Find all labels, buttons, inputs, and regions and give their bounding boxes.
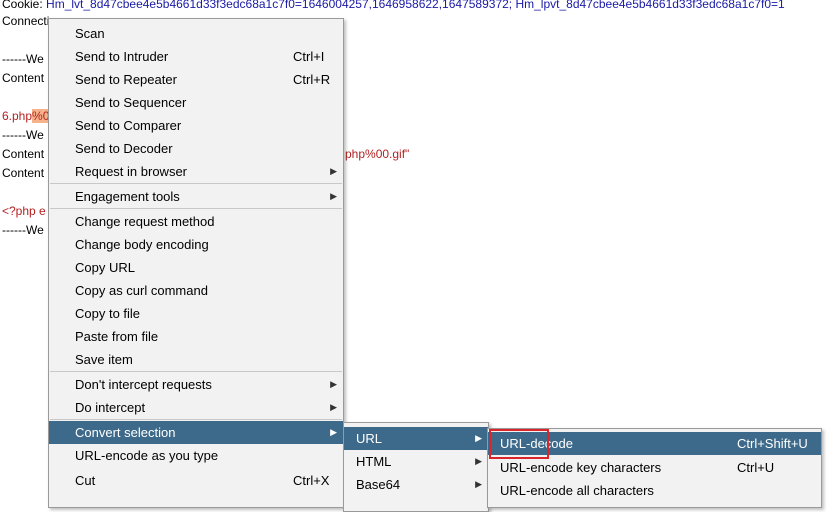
cookie-header-value: Hm_lvt_8d47cbee4e5b4661d33f3edc68a1c7f0=… xyxy=(46,0,785,11)
menu-item-label: Copy URL xyxy=(75,260,135,275)
menu-item-copy-to-file[interactable]: Copy to file xyxy=(49,302,343,325)
menu-item-label: URL-encode as you type xyxy=(75,448,219,463)
submenu-item-html[interactable]: HTML ▶ xyxy=(344,450,488,473)
menu-item-label: Send to Decoder xyxy=(75,141,173,156)
menu-item-engagement-tools[interactable]: Engagement tools ▶ xyxy=(49,185,343,208)
submenu-item-label: Base64 xyxy=(356,477,401,492)
menu-item-label: Engagement tools xyxy=(75,189,180,204)
menu-item-do-intercept[interactable]: Do intercept ▶ xyxy=(49,396,343,419)
url-menu-item-url-encode-key-characters[interactable]: URL-encode key characters Ctrl+U xyxy=(488,456,821,479)
menu-item-label: Copy as curl command xyxy=(75,283,208,298)
editor-line: Content xyxy=(2,147,45,161)
editor-line: ------We xyxy=(2,128,44,142)
submenu-arrow-icon: ▶ xyxy=(330,402,337,412)
editor-line: 6.php%0 xyxy=(2,109,50,123)
menu-item-label: Scan xyxy=(75,26,105,41)
submenu-arrow-icon: ▶ xyxy=(475,456,482,466)
menu-item-shortcut: Ctrl+I xyxy=(293,49,325,64)
menu-item-copy-as-curl-command[interactable]: Copy as curl command xyxy=(49,279,343,302)
menu-item-don-t-intercept-requests[interactable]: Don't intercept requests ▶ xyxy=(49,373,343,396)
menu-item-label: Copy to file xyxy=(75,306,141,321)
menu-separator xyxy=(50,371,342,372)
submenu-arrow-icon: ▶ xyxy=(330,191,337,201)
editor-line: Content xyxy=(2,71,45,85)
menu-separator xyxy=(50,183,342,184)
menu-separator xyxy=(50,208,342,209)
menu-item-label: Convert selection xyxy=(75,425,176,440)
menu-item-label: Change body encoding xyxy=(75,237,209,252)
menu-item-send-to-repeater[interactable]: Send to Repeater Ctrl+R xyxy=(49,68,343,91)
menu-item-label: Do intercept xyxy=(75,400,146,415)
submenu-arrow-icon: ▶ xyxy=(330,379,337,389)
menu-item-paste-from-file[interactable]: Paste from file xyxy=(49,325,343,348)
url-menu-item-label: URL-encode all characters xyxy=(500,483,654,498)
menu-item-save-item[interactable]: Save item xyxy=(49,348,343,371)
menu-item-shortcut: Ctrl+X xyxy=(293,473,330,488)
menu-item-send-to-sequencer[interactable]: Send to Sequencer xyxy=(49,91,343,114)
menu-item-label: Paste from file xyxy=(75,329,159,344)
menu-item-label: Send to Sequencer xyxy=(75,95,187,110)
menu-separator xyxy=(50,419,342,420)
url-menu-item-label: URL-encode key characters xyxy=(500,460,662,475)
menu-item-send-to-comparer[interactable]: Send to Comparer xyxy=(49,114,343,137)
menu-item-label: Request in browser xyxy=(75,164,187,179)
menu-item-label: Save item xyxy=(75,352,133,367)
submenu-arrow-icon: ▶ xyxy=(475,479,482,489)
context-menu: Scan Send to Intruder Ctrl+I Send to Repeat… xyxy=(48,18,344,508)
menu-item-label: Don't intercept requests xyxy=(75,377,212,392)
submenu-arrow-icon: ▶ xyxy=(475,433,482,443)
selected-text: %0 xyxy=(32,109,50,123)
submenu-item-url[interactable]: URL ▶ xyxy=(344,427,488,450)
editor-line: ------We xyxy=(2,223,44,237)
filename-text: 6.php xyxy=(2,109,33,123)
filename-value: php%00.gif" xyxy=(345,147,410,161)
url-menu-item-shortcut: Ctrl+U xyxy=(737,460,775,475)
menu-item-label: Send to Intruder xyxy=(75,49,169,64)
submenu-arrow-icon: ▶ xyxy=(330,166,337,176)
menu-item-send-to-intruder[interactable]: Send to Intruder Ctrl+I xyxy=(49,45,343,68)
menu-item-label: Change request method xyxy=(75,214,215,229)
menu-item-convert-selection[interactable]: Convert selection ▶ xyxy=(49,421,343,444)
editor-line: <?php e xyxy=(2,204,46,218)
menu-item-change-request-method[interactable]: Change request method xyxy=(49,210,343,233)
editor-line: ------We xyxy=(2,52,44,66)
menu-item-cut[interactable]: Cut Ctrl+X xyxy=(49,469,343,492)
cookie-line: Cookie: Hm_lvt_8d47cbee4e5b4661d33f3edc6… xyxy=(2,0,785,11)
menu-item-copy-url[interactable]: Copy URL xyxy=(49,256,343,279)
menu-item-change-body-encoding[interactable]: Change body encoding xyxy=(49,233,343,256)
menu-item-label: Send to Comparer xyxy=(75,118,182,133)
menu-item-label: Cut xyxy=(75,473,96,488)
convert-selection-submenu: URL ▶ HTML ▶ Base64 ▶ xyxy=(343,422,489,512)
menu-item-shortcut: Ctrl+R xyxy=(293,72,331,87)
menu-item-send-to-decoder[interactable]: Send to Decoder xyxy=(49,137,343,160)
url-menu-item-shortcut: Ctrl+Shift+U xyxy=(737,436,808,451)
url-menu-item-url-encode-all-characters[interactable]: URL-encode all characters xyxy=(488,479,821,502)
submenu-item-label: HTML xyxy=(356,454,392,469)
submenu-item-label: URL xyxy=(356,431,383,446)
submenu-arrow-icon: ▶ xyxy=(330,427,337,437)
menu-item-label: Send to Repeater xyxy=(75,72,177,87)
cookie-header-name: Cookie: xyxy=(2,0,47,11)
menu-item-scan[interactable]: Scan xyxy=(49,22,343,45)
menu-item-url-encode-as-you-type[interactable]: URL-encode as you type xyxy=(49,444,343,467)
submenu-item-base64[interactable]: Base64 ▶ xyxy=(344,473,488,496)
menu-item-request-in-browser[interactable]: Request in browser ▶ xyxy=(49,160,343,183)
highlight-box xyxy=(489,429,549,459)
editor-line: Content xyxy=(2,166,45,180)
